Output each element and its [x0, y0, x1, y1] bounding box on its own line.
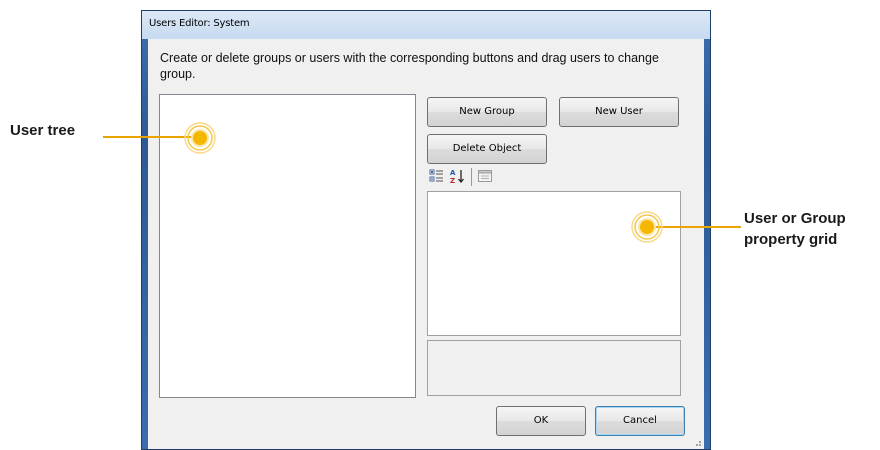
delete-object-button[interactable]: Delete Object	[427, 134, 547, 164]
window-title: Users Editor: System	[149, 18, 250, 29]
dialog-client-area: Create or delete groups or users with th…	[148, 39, 704, 449]
new-group-button[interactable]: New Group	[427, 97, 547, 127]
callout-label-property-grid-line1: User or Group	[744, 210, 846, 227]
svg-text:Z: Z	[450, 177, 455, 184]
cancel-button[interactable]: Cancel	[595, 406, 685, 436]
property-pages-icon[interactable]	[477, 168, 493, 184]
instruction-text: Create or delete groups or users with th…	[160, 51, 659, 81]
resize-grip-icon[interactable]	[692, 437, 702, 447]
callout-line-user-tree	[103, 136, 195, 138]
title-bar[interactable]: Users Editor: System	[142, 11, 710, 39]
svg-text:A: A	[450, 169, 456, 177]
callout-marker-property-grid	[631, 211, 663, 243]
categorized-icon[interactable]	[429, 168, 445, 184]
new-user-button[interactable]: New User	[559, 97, 679, 127]
callout-label-property-grid-line2: property grid	[744, 231, 838, 248]
users-editor-window: Users Editor: System Create or delete gr…	[141, 10, 711, 450]
toolbar-separator	[471, 168, 472, 186]
alphabetical-sort-icon[interactable]: A Z	[449, 168, 465, 184]
callout-marker-user-tree	[184, 122, 216, 154]
callout-label-user-tree: User tree	[10, 122, 76, 139]
ok-button[interactable]: OK	[496, 406, 586, 436]
property-description-panel	[427, 340, 681, 396]
